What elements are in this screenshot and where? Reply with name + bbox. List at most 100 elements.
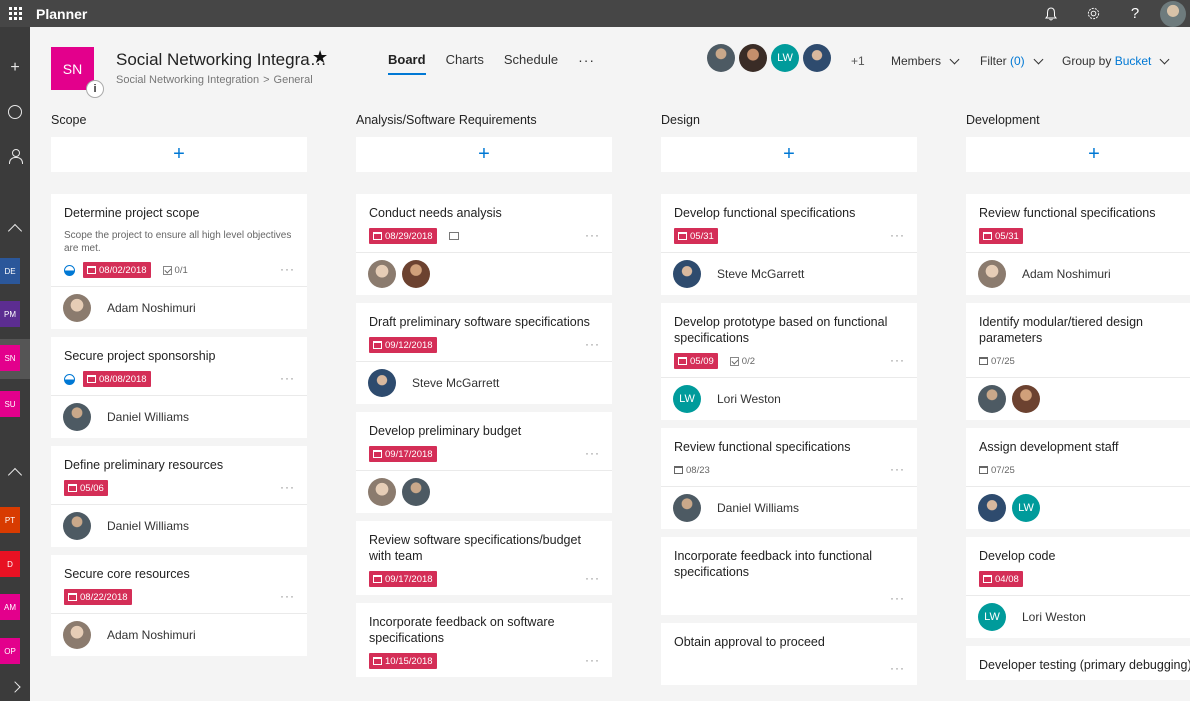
task-card[interactable]: Conduct needs analysis 08/29/2018 ··· xyxy=(356,194,612,295)
avatar[interactable] xyxy=(707,44,735,72)
members-dropdown[interactable]: Members xyxy=(891,54,962,68)
task-card[interactable]: Determine project scope Scope the projec… xyxy=(51,194,307,329)
board: Scope + Determine project scope Scope th… xyxy=(30,105,1190,701)
task-card[interactable]: Develop prototype based on functional sp… xyxy=(661,303,917,420)
help-icon[interactable]: ? xyxy=(1114,0,1156,27)
task-card[interactable]: Secure core resources 08/22/2018 ··· Ada… xyxy=(51,555,307,656)
more-options-icon[interactable]: ··· xyxy=(890,228,905,242)
due-date-badge: 10/15/2018 xyxy=(369,653,437,669)
bucket-title[interactable]: Scope xyxy=(51,105,307,135)
member-avatars[interactable]: LW xyxy=(707,44,831,72)
in-progress-icon[interactable] xyxy=(64,264,75,276)
chevron-down-icon xyxy=(1159,54,1170,65)
checklist-value: 0/1 xyxy=(174,264,188,276)
avatar xyxy=(978,385,1006,413)
assignee-name: Lori Weston xyxy=(717,392,781,406)
tab-charts[interactable]: Charts xyxy=(446,52,484,68)
bucket-title[interactable]: Design xyxy=(661,105,917,135)
more-options-icon[interactable]: ··· xyxy=(280,262,295,276)
info-icon[interactable]: i xyxy=(86,80,104,98)
task-card[interactable]: Identify modular/tiered design parameter… xyxy=(966,303,1190,420)
task-card[interactable]: Develop functional specifications 05/31 … xyxy=(661,194,917,295)
tab-board[interactable]: Board xyxy=(388,52,426,75)
assignee-name: Steve McGarrett xyxy=(412,376,500,390)
task-card[interactable]: Draft preliminary software specification… xyxy=(356,303,612,404)
task-title: Develop functional specifications xyxy=(674,206,856,220)
more-options-icon[interactable]: ··· xyxy=(585,446,600,460)
hub-icon[interactable] xyxy=(0,97,30,127)
gear-icon[interactable] xyxy=(1072,0,1114,27)
tab-schedule[interactable]: Schedule xyxy=(504,52,558,68)
task-card[interactable]: Incorporate feedback into functional spe… xyxy=(661,537,917,615)
more-options-icon[interactable]: ··· xyxy=(585,571,600,585)
due-date-badge: 09/12/2018 xyxy=(369,337,437,353)
extra-members-count[interactable]: +1 xyxy=(851,54,865,68)
collapse-recent-icon[interactable] xyxy=(0,457,30,487)
plan-tile-pm[interactable]: PM xyxy=(0,301,20,327)
expand-rail-icon[interactable] xyxy=(0,672,30,701)
plan-tile-de[interactable]: DE xyxy=(0,258,20,284)
bucket-title[interactable]: Development xyxy=(966,105,1190,135)
group-by-dropdown[interactable]: Group by Bucket xyxy=(1062,54,1172,68)
in-progress-icon[interactable] xyxy=(64,373,75,385)
chevron-down-icon xyxy=(949,54,960,65)
more-options-icon[interactable]: ··· xyxy=(890,462,905,476)
avatar[interactable] xyxy=(739,44,767,72)
avatar xyxy=(63,512,91,540)
add-task-button[interactable]: + xyxy=(966,137,1190,172)
plan-tile-pt[interactable]: PT xyxy=(0,507,20,533)
calendar-icon xyxy=(373,450,382,458)
breadcrumb-channel[interactable]: General xyxy=(274,74,313,86)
task-card[interactable]: Review software specifications/budget wi… xyxy=(356,521,612,595)
task-card[interactable]: Develop code 04/08 LW Lori Weston xyxy=(966,537,1190,638)
task-card[interactable]: Review functional specifications 08/23 ·… xyxy=(661,428,917,529)
calendar-icon xyxy=(678,357,687,365)
more-options-icon[interactable]: ··· xyxy=(280,371,295,385)
task-card[interactable]: Obtain approval to proceed ··· xyxy=(661,623,917,685)
more-options-icon[interactable]: ··· xyxy=(280,480,295,494)
calendar-icon xyxy=(678,232,687,240)
due-date: 08/29/2018 xyxy=(385,230,433,242)
more-options-icon[interactable]: ··· xyxy=(890,353,905,367)
task-card[interactable]: Assign development staff 07/25 LW xyxy=(966,428,1190,529)
collapse-favorites-icon[interactable] xyxy=(0,213,30,243)
more-options-icon[interactable]: ··· xyxy=(890,591,905,605)
avatar[interactable] xyxy=(803,44,831,72)
task-card[interactable]: Develop preliminary budget 09/17/2018 ··… xyxy=(356,412,612,513)
add-task-button[interactable]: + xyxy=(661,137,917,172)
user-avatar[interactable] xyxy=(1160,0,1186,27)
bell-icon[interactable] xyxy=(1030,0,1072,27)
due-date: 10/15/2018 xyxy=(385,655,433,667)
new-plan-icon[interactable]: + xyxy=(0,53,30,83)
plan-title: Social Networking Integra… xyxy=(116,50,327,69)
plan-tile-su[interactable]: SU xyxy=(0,391,20,417)
add-task-button[interactable]: + xyxy=(51,137,307,172)
more-options-icon[interactable]: ··· xyxy=(585,653,600,667)
more-options-icon[interactable]: ··· xyxy=(585,337,600,351)
task-card[interactable]: Secure project sponsorship 08/08/2018 ··… xyxy=(51,337,307,438)
plan-tile-sn[interactable]: SN xyxy=(0,345,20,371)
task-card[interactable]: Define preliminary resources 05/06 ··· D… xyxy=(51,446,307,547)
more-options-icon[interactable]: ··· xyxy=(280,589,295,603)
app-launcher-icon[interactable] xyxy=(0,0,30,27)
task-card[interactable]: Review functional specifications 05/31 A… xyxy=(966,194,1190,295)
more-options-icon[interactable]: ··· xyxy=(585,228,600,242)
app-title[interactable]: Planner xyxy=(36,6,87,22)
favorite-star-icon[interactable]: ★ xyxy=(312,47,328,68)
plan-tile-op[interactable]: OP xyxy=(0,638,20,664)
avatar[interactable]: LW xyxy=(771,44,799,72)
bucket-scope: Scope + Determine project scope Scope th… xyxy=(51,105,307,664)
task-title: Secure core resources xyxy=(64,567,190,581)
plan-tile-am[interactable]: AM xyxy=(0,594,20,620)
breadcrumb-group[interactable]: Social Networking Integration xyxy=(116,74,259,86)
plan-tile-d[interactable]: D xyxy=(0,551,20,577)
more-options-icon[interactable]: ··· xyxy=(890,661,905,675)
task-card[interactable]: Incorporate feedback on software specifi… xyxy=(356,603,612,677)
assigned-to-me-icon[interactable] xyxy=(0,141,30,171)
calendar-icon xyxy=(68,593,77,601)
bucket-title[interactable]: Analysis/Software Requirements xyxy=(356,105,612,135)
filter-dropdown[interactable]: Filter (0) xyxy=(980,54,1046,68)
more-options-icon[interactable]: ··· xyxy=(578,52,595,68)
add-task-button[interactable]: + xyxy=(356,137,612,172)
task-card[interactable]: Developer testing (primary debugging) xyxy=(966,646,1190,680)
